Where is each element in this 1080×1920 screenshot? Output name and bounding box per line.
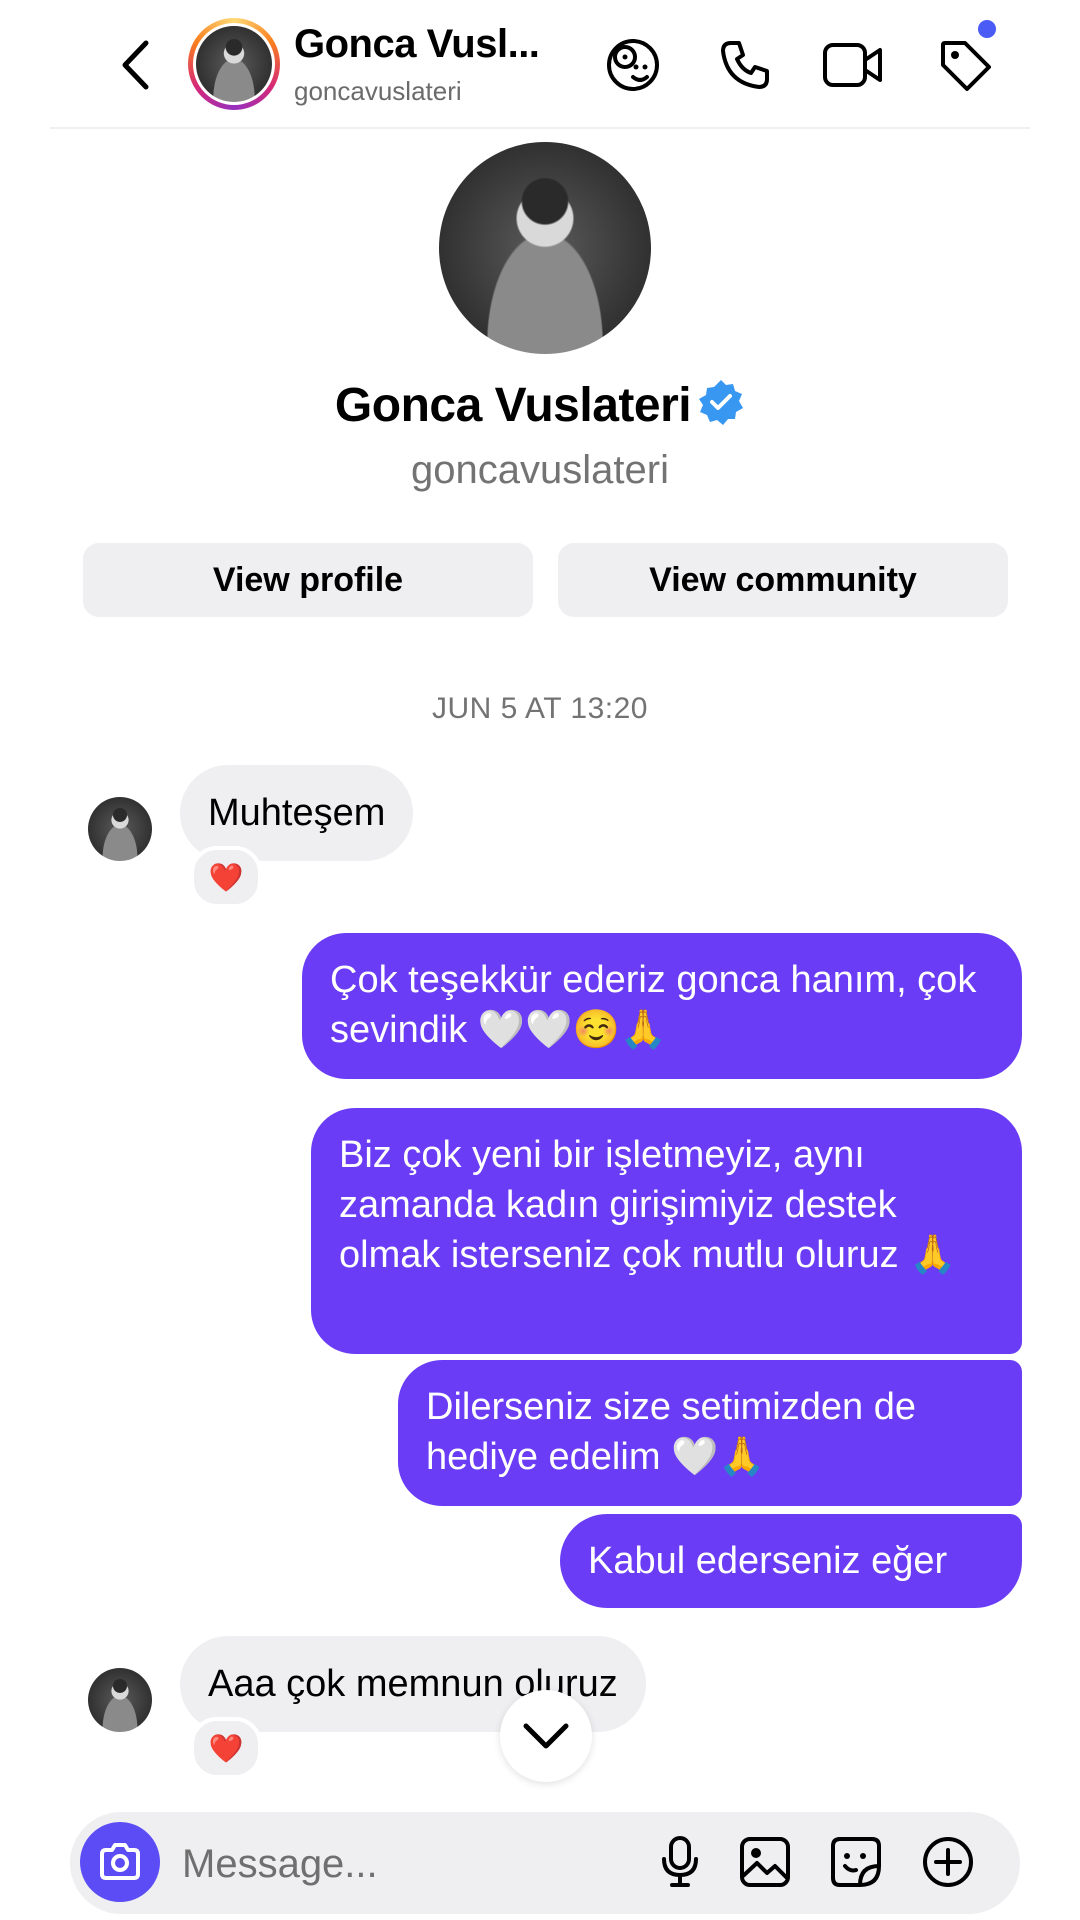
profile-avatar[interactable]	[439, 142, 651, 354]
notification-dot	[978, 20, 996, 38]
sticker-button[interactable]	[824, 1830, 888, 1894]
view-community-button[interactable]: View community	[558, 543, 1008, 617]
profile-username: goncavuslateri	[411, 448, 669, 492]
gallery-icon	[740, 1837, 790, 1887]
message-timestamp: JUN 5 AT 13:20	[431, 692, 648, 725]
add-icon	[923, 1837, 973, 1887]
chat-header	[0, 0, 1080, 128]
more-options-button[interactable]	[916, 1830, 980, 1894]
verified-badge-icon	[697, 378, 745, 438]
sender-avatar[interactable]	[88, 797, 152, 861]
scroll-to-bottom-button[interactable]	[500, 1690, 592, 1782]
sticker-face-icon	[607, 39, 659, 91]
camera-button[interactable]	[80, 1822, 160, 1902]
camera-icon	[100, 1843, 140, 1880]
chevron-down-icon	[523, 1723, 569, 1749]
label-button[interactable]	[930, 30, 1000, 100]
header-divider	[50, 127, 1030, 129]
outgoing-message[interactable]: Biz çok yeni bir işletmeyiz, aynı zamand…	[311, 1108, 1022, 1354]
sticker-icon	[831, 1837, 881, 1887]
outgoing-message[interactable]: Dilerseniz size setimizden de hediye ede…	[398, 1360, 1022, 1506]
outgoing-message[interactable]: Kabul ederseniz eğer	[560, 1514, 1022, 1608]
header-username[interactable]: goncavuslateri	[294, 76, 462, 107]
back-icon	[122, 40, 149, 90]
video-call-button[interactable]	[818, 30, 888, 100]
microphone-icon	[662, 1836, 698, 1887]
tag-icon	[941, 41, 991, 91]
call-button[interactable]	[710, 30, 780, 100]
back-button[interactable]	[110, 38, 160, 92]
video-camera-icon	[823, 43, 882, 87]
heart-reaction[interactable]: ❤️	[190, 846, 262, 908]
heart-reaction[interactable]: ❤️	[190, 1717, 262, 1779]
voice-message-button[interactable]	[648, 1830, 712, 1894]
profile-name-text: Gonca Vuslateri	[334, 379, 692, 432]
header-avatar[interactable]	[196, 26, 272, 102]
view-profile-button[interactable]: View profile	[83, 543, 533, 617]
header-name[interactable]: Gonca Vusl...	[294, 22, 540, 67]
outgoing-message[interactable]: Çok teşekkür ederiz gonca hanım, çok sev…	[302, 933, 1022, 1079]
phone-icon	[721, 41, 769, 89]
sticker-face-button[interactable]	[598, 30, 668, 100]
profile-name: Gonca Vuslateri	[0, 378, 1080, 438]
message-input[interactable]	[180, 1835, 604, 1893]
gallery-button[interactable]	[733, 1830, 797, 1894]
sender-avatar[interactable]	[88, 1668, 152, 1732]
